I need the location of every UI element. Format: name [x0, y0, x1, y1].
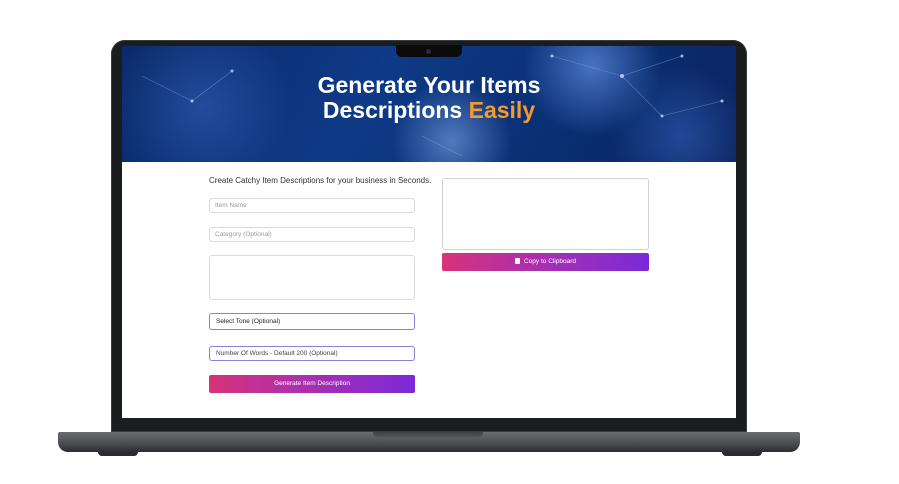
copy-button-label: Copy to Clipboard: [523, 258, 577, 265]
hero-title-line2: Descriptions Easily: [122, 98, 736, 123]
hero-title: Generate Your Items Descriptions Easily: [122, 73, 736, 123]
camera-icon: [426, 49, 431, 54]
word-count-input[interactable]: Number Of Words - Default 200 (Optional): [209, 346, 415, 361]
copy-button[interactable]: Copy to Clipboard: [442, 253, 649, 271]
output-textarea[interactable]: [442, 178, 649, 250]
category-input[interactable]: Category (Optional): [209, 227, 415, 242]
item-name-input[interactable]: Item Name: [209, 198, 415, 213]
hero-title-line1: Generate Your Items: [317, 72, 541, 98]
hero-banner: Generate Your Items Descriptions Easily: [122, 46, 736, 162]
laptop-base-notch: [373, 432, 483, 438]
hero-title-accent: Easily: [468, 97, 536, 123]
details-textarea[interactable]: [209, 255, 415, 300]
tone-select[interactable]: Select Tone (Optional): [209, 313, 415, 330]
laptop-foot-right: [722, 452, 762, 456]
intro-text: Create Catchy Item Descriptions for your…: [209, 176, 432, 185]
app-screen: Generate Your Items Descriptions Easily …: [122, 46, 736, 418]
hero-title-prefix: Descriptions: [322, 97, 463, 123]
generate-button[interactable]: Generate Item Description: [209, 375, 415, 393]
laptop-foot-left: [98, 452, 138, 456]
camera-notch: [396, 45, 462, 57]
clipboard-icon: [514, 258, 520, 264]
